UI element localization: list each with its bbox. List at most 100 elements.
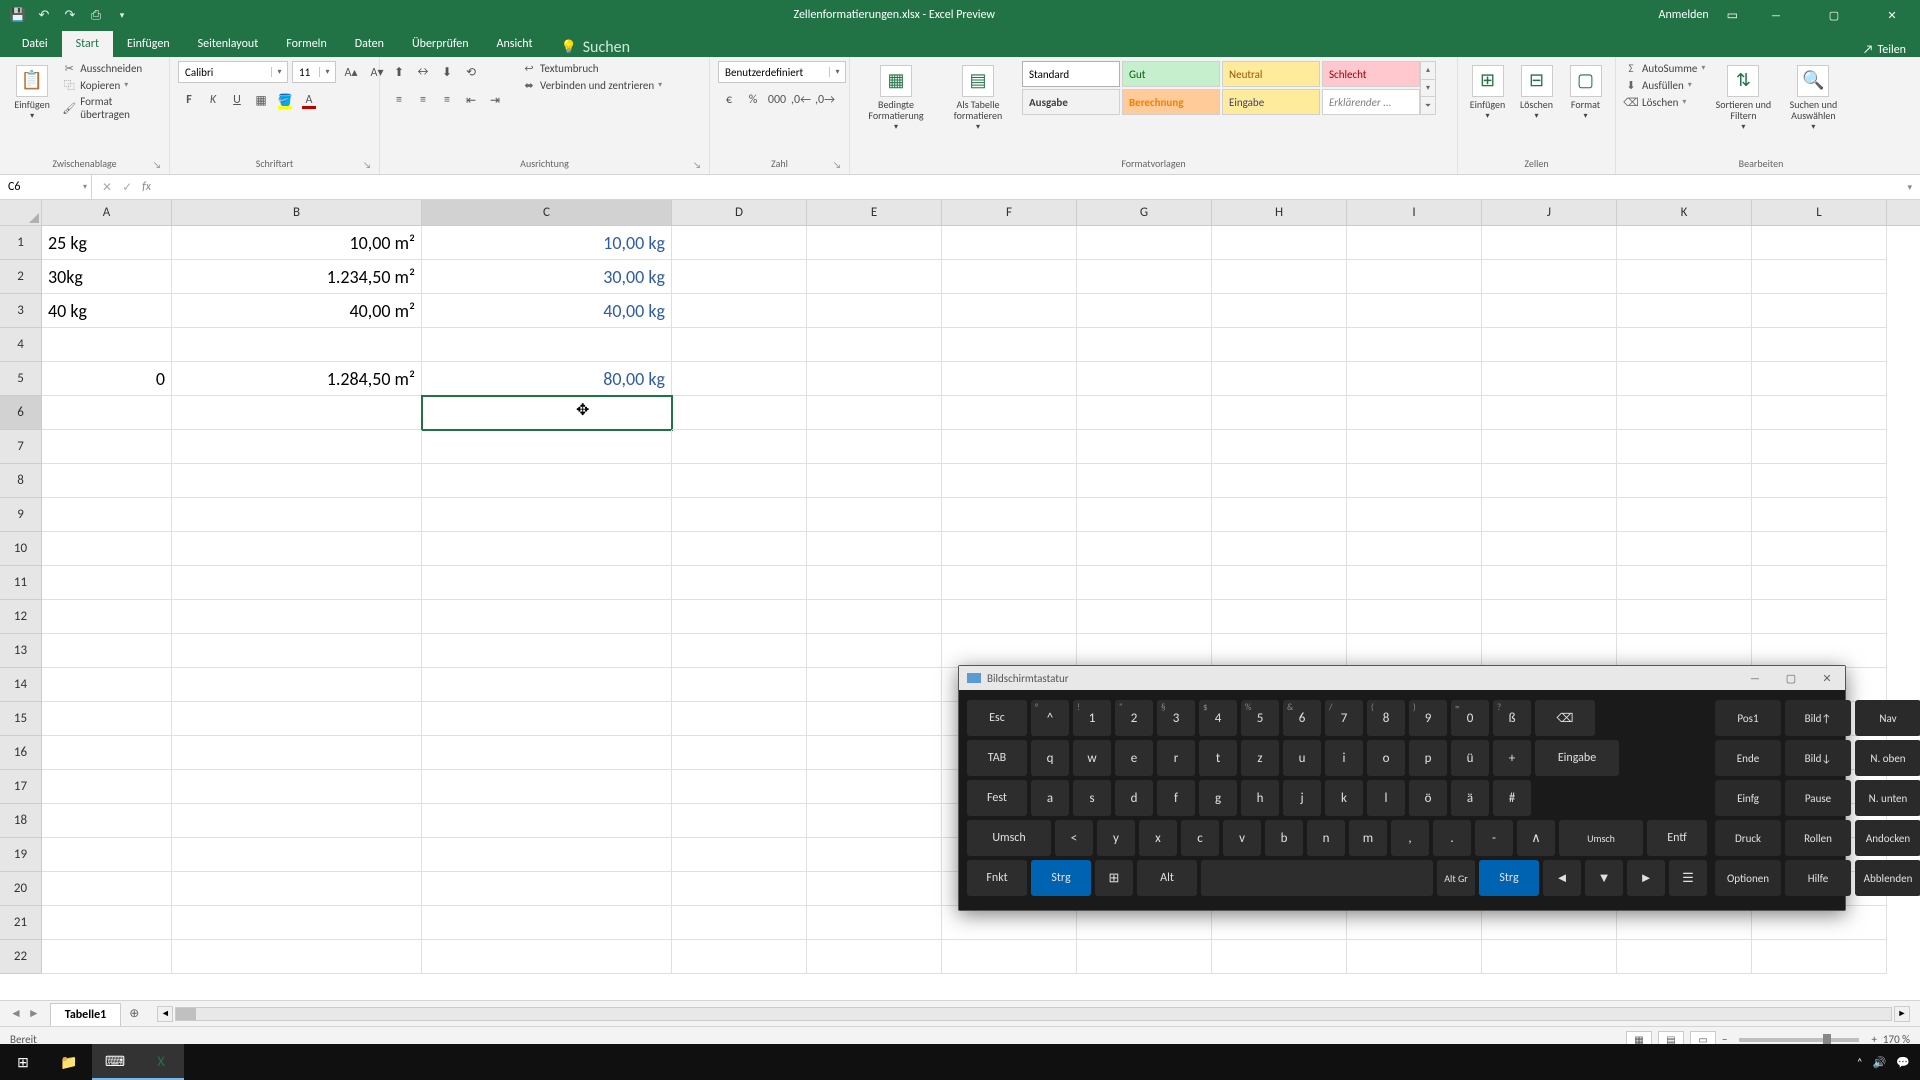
cell-C1[interactable]: 10,00 kg (422, 226, 672, 260)
cell-A11[interactable] (42, 566, 172, 600)
osk-key[interactable]: ▼ (1585, 860, 1623, 896)
cell-I10[interactable] (1347, 532, 1482, 566)
cell-K8[interactable] (1617, 464, 1752, 498)
cell-A19[interactable] (42, 838, 172, 872)
osk-key[interactable]: Optionen (1715, 860, 1781, 896)
cell-L11[interactable] (1752, 566, 1887, 600)
cell-D15[interactable] (672, 702, 807, 736)
style-berechnung[interactable]: Berechnung (1122, 89, 1220, 115)
osk-key[interactable]: q (1031, 740, 1069, 776)
osk-key[interactable]: Bild↑ (1785, 700, 1851, 736)
cell-B14[interactable] (172, 668, 422, 702)
format-painter-button[interactable]: 🖌Format übertragen (62, 95, 161, 121)
cell-G22[interactable] (1077, 940, 1212, 974)
cell-E9[interactable] (807, 498, 942, 532)
osk-key[interactable]: °^ (1031, 700, 1069, 736)
osk-key[interactable]: ?ß (1493, 700, 1531, 736)
sort-filter-button[interactable]: ⇅Sortieren und Filtern▾ (1711, 61, 1775, 132)
osk-key[interactable]: Pause (1785, 780, 1851, 816)
cell-C3[interactable]: 40,00 kg (422, 294, 672, 328)
row-header[interactable]: 20 (0, 872, 42, 906)
cell-A3[interactable]: 40 kg (42, 294, 172, 328)
row-header[interactable]: 9 (0, 498, 42, 532)
cell-K11[interactable] (1617, 566, 1752, 600)
osk-close-icon[interactable]: ✕ (1809, 672, 1845, 685)
tray-up-icon[interactable]: ˄ (1857, 1056, 1863, 1069)
cell-I7[interactable] (1347, 430, 1482, 464)
col-header-H[interactable]: H (1212, 200, 1347, 225)
cell-H8[interactable] (1212, 464, 1347, 498)
find-select-button[interactable]: 🔍Suchen und Auswählen▾ (1781, 61, 1845, 132)
cell-D9[interactable] (672, 498, 807, 532)
osk-key[interactable]: Strg (1479, 860, 1539, 896)
row-header[interactable]: 1 (0, 226, 42, 260)
osk-key[interactable]: m (1349, 820, 1387, 856)
cell-L13[interactable] (1752, 634, 1887, 668)
cell-K13[interactable] (1617, 634, 1752, 668)
osk-key[interactable]: )9 (1409, 700, 1447, 736)
cell-L4[interactable] (1752, 328, 1887, 362)
font-dialog-icon[interactable]: ↘ (363, 160, 371, 171)
dec-decimal-icon[interactable]: ,0→ (814, 89, 836, 111)
cell-J2[interactable] (1482, 260, 1617, 294)
format-cells-button[interactable]: ▢Format▾ (1564, 61, 1607, 121)
cell-A9[interactable] (42, 498, 172, 532)
col-header-K[interactable]: K (1617, 200, 1752, 225)
cell-I2[interactable] (1347, 260, 1482, 294)
osk-key[interactable]: ⊞ (1095, 860, 1133, 896)
cell-B8[interactable] (172, 464, 422, 498)
cell-H3[interactable] (1212, 294, 1347, 328)
merge-center-button[interactable]: ⬌Verbinden und zentrieren▾ (522, 78, 662, 92)
cell-K6[interactable] (1617, 396, 1752, 430)
qat-more-icon[interactable]: ▾ (114, 7, 130, 23)
style-gut[interactable]: Gut (1122, 61, 1220, 87)
bold-icon[interactable]: F (178, 89, 200, 111)
cell-B20[interactable] (172, 872, 422, 906)
cell-A17[interactable] (42, 770, 172, 804)
row-header[interactable]: 15 (0, 702, 42, 736)
osk-key[interactable]: u (1283, 740, 1321, 776)
row-header[interactable]: 3 (0, 294, 42, 328)
cell-J13[interactable] (1482, 634, 1617, 668)
search-label[interactable]: Suchen (583, 38, 630, 57)
cell-B7[interactable] (172, 430, 422, 464)
cell-L8[interactable] (1752, 464, 1887, 498)
row-header[interactable]: 5 (0, 362, 42, 396)
osk-key[interactable]: w (1073, 740, 1111, 776)
cell-I6[interactable] (1347, 396, 1482, 430)
cell-E1[interactable] (807, 226, 942, 260)
cell-E20[interactable] (807, 872, 942, 906)
cell-D16[interactable] (672, 736, 807, 770)
cell-J22[interactable] (1482, 940, 1617, 974)
tab-ansicht[interactable]: Ansicht (483, 31, 547, 57)
name-box[interactable]: C6▾ (0, 175, 92, 199)
cell-E17[interactable] (807, 770, 942, 804)
cell-G1[interactable] (1077, 226, 1212, 260)
cell-L7[interactable] (1752, 430, 1887, 464)
osk-key[interactable]: Abblenden (1855, 860, 1920, 896)
cell-I9[interactable] (1347, 498, 1482, 532)
row-header[interactable]: 7 (0, 430, 42, 464)
cell-H12[interactable] (1212, 600, 1347, 634)
osk-key[interactable]: ü (1451, 740, 1489, 776)
cell-L12[interactable] (1752, 600, 1887, 634)
col-header-E[interactable]: E (807, 200, 942, 225)
cell-F8[interactable] (942, 464, 1077, 498)
cell-H5[interactable] (1212, 362, 1347, 396)
cell-C14[interactable] (422, 668, 672, 702)
cell-A15[interactable] (42, 702, 172, 736)
cell-E15[interactable] (807, 702, 942, 736)
cell-K9[interactable] (1617, 498, 1752, 532)
cell-E16[interactable] (807, 736, 942, 770)
style-standard[interactable]: Standard (1022, 61, 1120, 87)
cell-D21[interactable] (672, 906, 807, 940)
cell-I11[interactable] (1347, 566, 1482, 600)
cell-G3[interactable] (1077, 294, 1212, 328)
col-header-I[interactable]: I (1347, 200, 1482, 225)
cell-D7[interactable] (672, 430, 807, 464)
inc-decimal-icon[interactable]: ,0← (790, 89, 812, 111)
osk-key[interactable]: c (1181, 820, 1219, 856)
col-header-L[interactable]: L (1752, 200, 1887, 225)
number-dialog-icon[interactable]: ↘ (833, 160, 841, 171)
cell-J5[interactable] (1482, 362, 1617, 396)
